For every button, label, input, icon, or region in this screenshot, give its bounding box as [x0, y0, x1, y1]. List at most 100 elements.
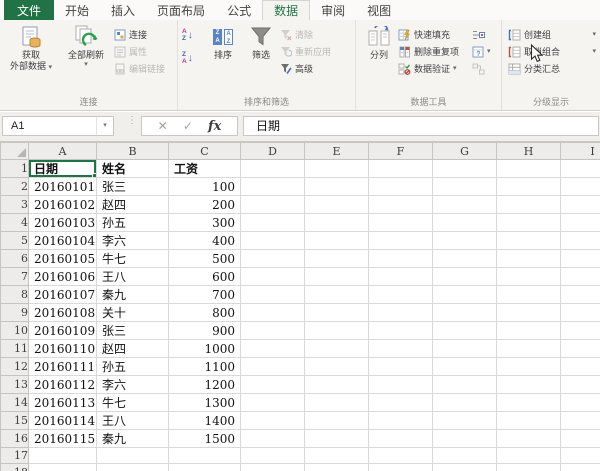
tab-page-layout[interactable]: 页面布局	[146, 0, 216, 20]
cell-I16[interactable]	[561, 430, 600, 448]
row-header-13[interactable]: 13	[1, 376, 29, 394]
cell-I15[interactable]	[561, 412, 600, 430]
get-external-data-button[interactable]: 获取 外部数据 ▾	[4, 20, 58, 72]
row-header-12[interactable]: 12	[1, 358, 29, 376]
create-group-button[interactable]: 创建组 ▾	[508, 27, 596, 42]
tab-view[interactable]: 视图	[356, 0, 402, 20]
cell-G12[interactable]	[433, 358, 497, 376]
cell-I8[interactable]	[561, 286, 600, 304]
col-header-B[interactable]: B	[97, 143, 169, 160]
cell-G14[interactable]	[433, 394, 497, 412]
row-header-15[interactable]: 15	[1, 412, 29, 430]
cell-D17[interactable]	[241, 448, 305, 464]
row-header-1[interactable]: 1	[1, 160, 29, 178]
cell-B9[interactable]: 关十	[97, 304, 169, 322]
cell-C13[interactable]: 1200	[169, 376, 241, 394]
cell-A10[interactable]: 20160109	[29, 322, 97, 340]
cell-D5[interactable]	[241, 232, 305, 250]
cell-E7[interactable]	[305, 268, 369, 286]
cell-E12[interactable]	[305, 358, 369, 376]
cell-G13[interactable]	[433, 376, 497, 394]
row-header-6[interactable]: 6	[1, 250, 29, 268]
cell-I12[interactable]	[561, 358, 600, 376]
cell-H10[interactable]	[497, 322, 561, 340]
cell-F18[interactable]	[369, 464, 433, 471]
cell-H13[interactable]	[497, 376, 561, 394]
row-header-9[interactable]: 9	[1, 304, 29, 322]
tab-home[interactable]: 开始	[54, 0, 100, 20]
insert-function-icon[interactable]: fx	[208, 119, 221, 134]
cell-D14[interactable]	[241, 394, 305, 412]
cell-F10[interactable]	[369, 322, 433, 340]
cell-G15[interactable]	[433, 412, 497, 430]
connections-button[interactable]: 连接	[114, 27, 174, 42]
row-header-18[interactable]: 18	[1, 464, 29, 471]
col-header-C[interactable]: C	[169, 143, 241, 160]
cell-E5[interactable]	[305, 232, 369, 250]
cell-F5[interactable]	[369, 232, 433, 250]
select-all-corner[interactable]	[1, 143, 29, 160]
sort-descending-button[interactable]: ZA↓	[182, 51, 204, 66]
cell-E10[interactable]	[305, 322, 369, 340]
cell-H5[interactable]	[497, 232, 561, 250]
cell-A12[interactable]: 20160111	[29, 358, 97, 376]
what-if-analysis-button[interactable]: ? ▾	[472, 44, 498, 59]
cell-A14[interactable]: 20160113	[29, 394, 97, 412]
cell-F8[interactable]	[369, 286, 433, 304]
cell-G17[interactable]	[433, 448, 497, 464]
cell-D9[interactable]	[241, 304, 305, 322]
row-header-14[interactable]: 14	[1, 394, 29, 412]
cell-D1[interactable]	[241, 160, 305, 178]
enter-icon[interactable]: ✓	[183, 120, 193, 132]
text-to-columns-button[interactable]: 分列	[360, 20, 398, 61]
cell-E18[interactable]	[305, 464, 369, 471]
row-header-11[interactable]: 11	[1, 340, 29, 358]
cell-D4[interactable]	[241, 214, 305, 232]
cell-B14[interactable]: 牛七	[97, 394, 169, 412]
cell-D7[interactable]	[241, 268, 305, 286]
cell-E9[interactable]	[305, 304, 369, 322]
cell-D15[interactable]	[241, 412, 305, 430]
cell-F1[interactable]	[369, 160, 433, 178]
formula-input[interactable]: 日期	[243, 116, 599, 136]
name-box-dropdown[interactable]: ▾	[96, 117, 113, 135]
cell-B1[interactable]: 姓名	[97, 160, 169, 178]
cell-B15[interactable]: 王八	[97, 412, 169, 430]
flash-fill-button[interactable]: 快速填充	[398, 27, 472, 42]
cell-A4[interactable]: 20160103	[29, 214, 97, 232]
remove-duplicates-button[interactable]: 删除重复项	[398, 44, 472, 59]
cell-H8[interactable]	[497, 286, 561, 304]
cell-E3[interactable]	[305, 196, 369, 214]
cell-A8[interactable]: 20160107	[29, 286, 97, 304]
advanced-filter-button[interactable]: 高级	[280, 61, 350, 76]
cell-E11[interactable]	[305, 340, 369, 358]
cell-C3[interactable]: 200	[169, 196, 241, 214]
tab-data[interactable]: 数据	[262, 0, 310, 20]
cell-C10[interactable]: 900	[169, 322, 241, 340]
cell-C9[interactable]: 800	[169, 304, 241, 322]
cell-I3[interactable]	[561, 196, 600, 214]
cell-C14[interactable]: 1300	[169, 394, 241, 412]
cell-F13[interactable]	[369, 376, 433, 394]
cell-F9[interactable]	[369, 304, 433, 322]
cell-I14[interactable]	[561, 394, 600, 412]
row-header-4[interactable]: 4	[1, 214, 29, 232]
cell-H9[interactable]	[497, 304, 561, 322]
cell-B7[interactable]: 王八	[97, 268, 169, 286]
col-header-I[interactable]: I	[561, 143, 600, 160]
row-header-7[interactable]: 7	[1, 268, 29, 286]
cell-E14[interactable]	[305, 394, 369, 412]
cell-C11[interactable]: 1000	[169, 340, 241, 358]
cell-B4[interactable]: 孙五	[97, 214, 169, 232]
cell-H16[interactable]	[497, 430, 561, 448]
cell-I18[interactable]	[561, 464, 600, 471]
cell-G16[interactable]	[433, 430, 497, 448]
cell-B3[interactable]: 赵四	[97, 196, 169, 214]
cell-D2[interactable]	[241, 178, 305, 196]
cell-E4[interactable]	[305, 214, 369, 232]
cell-A13[interactable]: 20160112	[29, 376, 97, 394]
cell-B17[interactable]	[97, 448, 169, 464]
cell-B12[interactable]: 孙五	[97, 358, 169, 376]
cell-A2[interactable]: 20160101	[29, 178, 97, 196]
cell-A6[interactable]: 20160105	[29, 250, 97, 268]
